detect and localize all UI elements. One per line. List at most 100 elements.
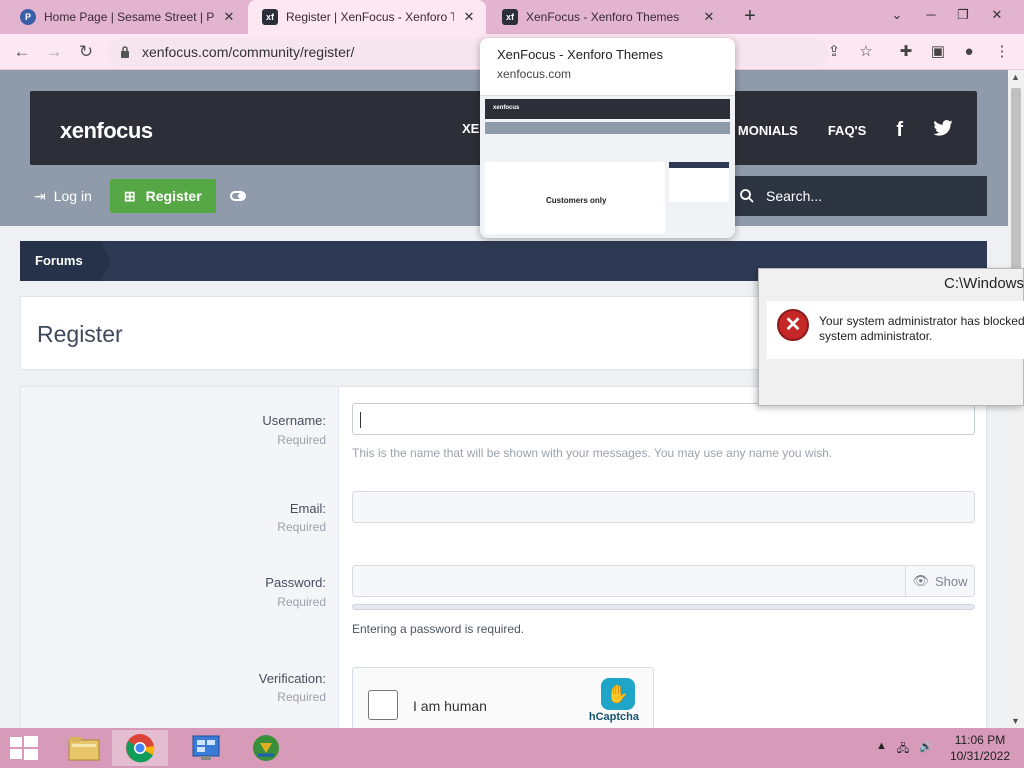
reload-button[interactable]: ↻	[74, 40, 98, 64]
verification-required: Required	[277, 690, 326, 704]
page-title: Register	[37, 321, 123, 347]
thumbnail-logo: xenfocus	[493, 105, 520, 111]
scroll-down-icon[interactable]: ▼	[1011, 716, 1020, 726]
hover-card-title: XenFocus - Xenforo Themes	[497, 47, 663, 62]
verification-label: Verification:	[258, 671, 326, 686]
xf-icon: xf	[262, 9, 278, 25]
tab-title: XenFocus - Xenforo Themes	[526, 10, 680, 24]
error-message-line2: system administrator.	[819, 329, 933, 343]
captcha-brand: hCaptcha	[588, 711, 639, 723]
tab-title: Register | XenFocus - Xenforo Themes	[286, 10, 454, 24]
close-tab-icon[interactable]: ✕	[700, 9, 718, 25]
pbs-kids-icon: P	[20, 9, 36, 25]
tab-sesame-street[interactable]: P Home Page | Sesame Street | PBS ✕	[6, 0, 246, 34]
email-field[interactable]	[352, 491, 975, 523]
network-icon[interactable]: 🖧	[897, 740, 909, 759]
username-required: Required	[277, 433, 326, 447]
tab-hover-card: XenFocus - Xenforo Themes xenfocus.com x…	[480, 38, 735, 238]
password-field[interactable]: 👁 Show	[352, 565, 975, 597]
close-tab-icon[interactable]: ✕	[220, 9, 238, 25]
username-hint: This is the name that will be shown with…	[352, 446, 833, 460]
browser-tab-strip: P Home Page | Sesame Street | PBS ✕ xf R…	[0, 0, 1024, 34]
search-box[interactable]: Search...	[732, 176, 987, 216]
profile-icon[interactable]: ●	[960, 43, 978, 61]
side-panel-icon[interactable]: ▣	[929, 43, 947, 61]
username-label: Username:	[262, 413, 326, 428]
tab-search-icon[interactable]: ⌄	[880, 0, 914, 30]
minimize-button[interactable]: ─	[914, 0, 948, 30]
download-manager-icon[interactable]	[238, 730, 294, 766]
menu-icon[interactable]: ⋮	[993, 43, 1011, 61]
show-hidden-icons-icon[interactable]: ▲	[876, 740, 887, 759]
error-dialog-body: ✕ Your system administrator has blocked …	[767, 301, 1024, 359]
logo-part-xen: xen	[60, 118, 97, 143]
xf-icon: xf	[502, 9, 518, 25]
register-form: Username: Required This is the name that…	[20, 386, 987, 728]
register-button[interactable]: ⊞ Register	[109, 179, 216, 213]
nav-link-faq[interactable]: FAQ'S	[828, 123, 867, 138]
tab-register[interactable]: xf Register | XenFocus - Xenforo Themes …	[248, 0, 486, 34]
email-required: Required	[277, 520, 326, 534]
thumbnail-userbar	[485, 122, 730, 134]
new-tab-button[interactable]: +	[738, 4, 762, 28]
tab-thumbnail: xenfocus Customers only	[480, 95, 735, 238]
bookmark-star-icon[interactable]: ☆	[857, 43, 875, 61]
show-password-button[interactable]: 👁 Show	[905, 566, 974, 596]
facebook-icon[interactable]: f	[896, 119, 903, 142]
url-text: xenfocus.com/community/register/	[142, 44, 355, 60]
search-placeholder: Search...	[766, 188, 823, 204]
search-icon	[740, 189, 754, 203]
system-tray: ▲ 🖧 🔊	[876, 740, 933, 759]
username-field[interactable]	[352, 403, 975, 435]
clock-date: 10/31/2022	[949, 749, 1010, 763]
password-strength-meter	[352, 604, 975, 610]
nav-link-testimonials[interactable]: MONIALS	[738, 123, 798, 138]
text-caret	[360, 412, 361, 428]
twitter-icon[interactable]	[933, 119, 953, 142]
close-window-button[interactable]: ✕	[980, 0, 1014, 30]
hover-card-domain: xenfocus.com	[497, 67, 572, 81]
captcha-checkbox[interactable]	[368, 690, 398, 720]
tab-xenfocus[interactable]: xf XenFocus - Xenforo Themes ✕	[488, 0, 726, 34]
thumbnail-header: xenfocus	[485, 99, 730, 119]
forward-button[interactable]: →	[42, 40, 66, 64]
plus-box-icon: ⊞	[123, 187, 136, 204]
eye-icon: 👁	[912, 573, 929, 588]
style-toggle-icon[interactable]	[229, 191, 246, 201]
captcha-text: I am human	[413, 698, 487, 714]
register-label: Register	[145, 188, 202, 204]
windows-taskbar: ▲ 🖧 🔊 11:06 PM 10/31/2022	[0, 728, 1024, 768]
error-message-line1: Your system administrator has blocked	[819, 314, 1024, 328]
breadcrumb-forums[interactable]: Forums	[20, 241, 111, 281]
logo-part-focus: focus	[96, 118, 153, 143]
error-message: Your system administrator has blocked sy…	[819, 314, 1024, 344]
close-tab-icon[interactable]: ✕	[460, 9, 478, 25]
restore-button[interactable]: ❐	[946, 0, 980, 30]
email-label: Email:	[289, 501, 326, 516]
tab-title: Home Page | Sesame Street | PBS	[44, 10, 214, 24]
chrome-icon[interactable]	[112, 730, 168, 766]
error-dialog-title: C:\Windows\	[944, 275, 1024, 292]
control-panel-icon[interactable]	[178, 730, 234, 766]
thumbnail-caption: Customers only	[546, 196, 607, 205]
windows-start-icon[interactable]	[10, 736, 38, 760]
show-label: Show	[934, 573, 968, 589]
scroll-up-icon[interactable]: ▲	[1011, 72, 1020, 82]
site-nav: MONIALS FAQ'S f	[738, 119, 953, 142]
nav-link-partial[interactable]: XE	[462, 121, 479, 136]
back-button[interactable]: ←	[10, 40, 34, 64]
share-icon[interactable]: ⇪	[825, 43, 843, 61]
extensions-icon[interactable]: ✚	[897, 43, 915, 61]
volume-icon[interactable]: 🔊	[919, 740, 933, 759]
login-icon: ⇥	[34, 187, 46, 204]
user-bar: ⇥ Log in ⊞ Register	[30, 178, 246, 214]
error-dialog: C:\Windows\ ✕ Your system administrator …	[758, 268, 1024, 406]
error-x-icon: ✕	[777, 309, 809, 341]
site-logo[interactable]: xenfocus	[60, 118, 153, 144]
lock-icon	[121, 46, 129, 58]
login-link[interactable]: ⇥ Log in	[30, 188, 96, 205]
file-explorer-icon[interactable]	[56, 730, 112, 766]
password-message: Entering a password is required.	[352, 622, 525, 636]
scroll-thumb[interactable]	[1011, 88, 1021, 288]
system-clock[interactable]: 11:06 PM 10/31/2022	[950, 732, 1010, 764]
